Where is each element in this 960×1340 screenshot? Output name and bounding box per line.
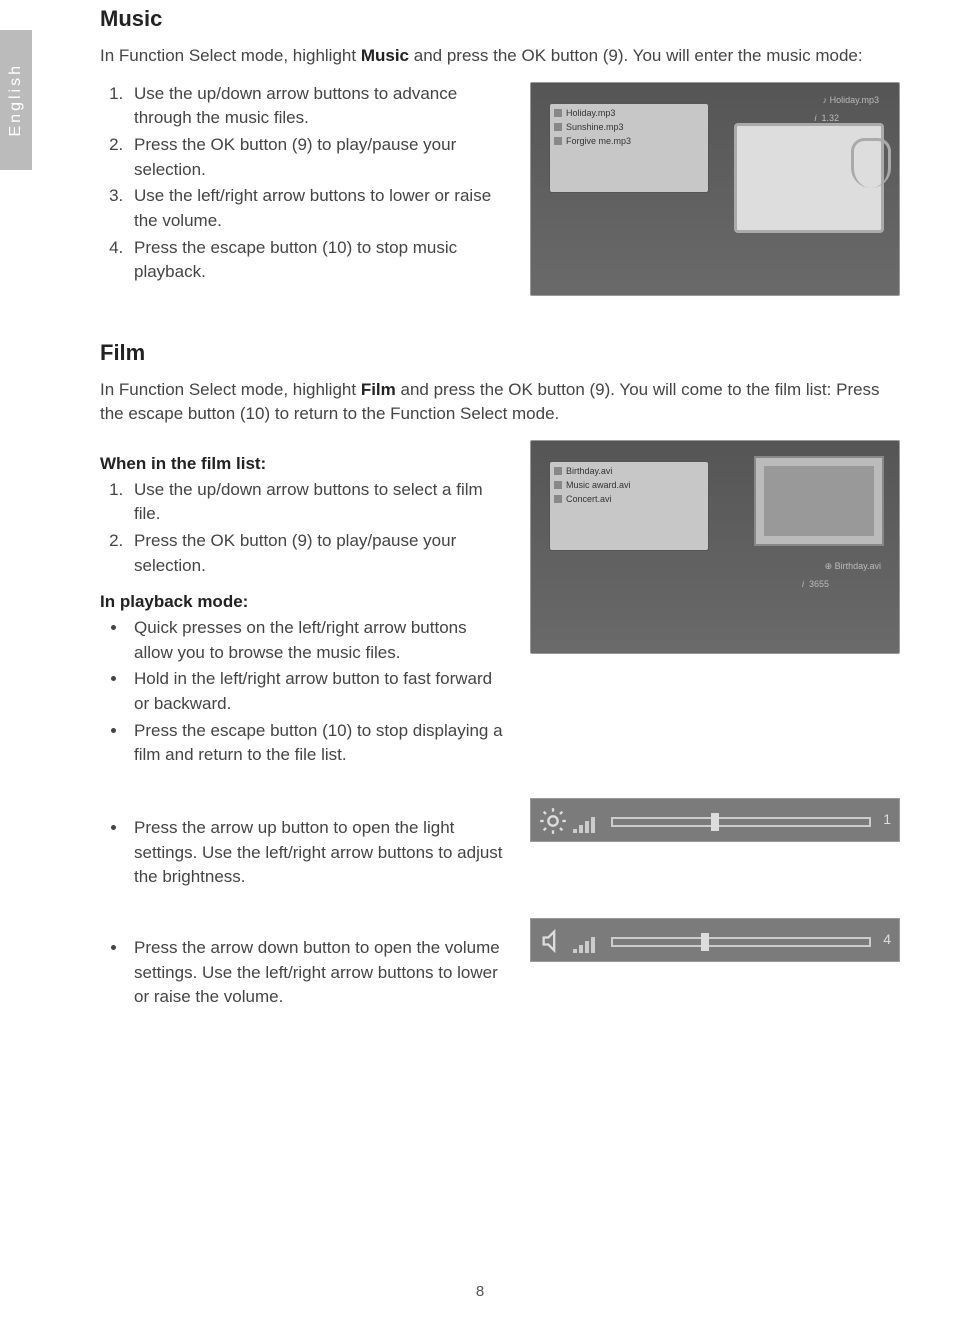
bullet: Press the arrow down button to open the … (128, 936, 510, 1010)
film-screenshot-col: Birthday.avi Music award.avi Concert.avi… (530, 440, 900, 654)
text-bold: Film (361, 380, 396, 399)
page-number: 8 (0, 1283, 960, 1300)
film-list-heading: When in the film list: (100, 454, 510, 474)
playing-file-info: i 3655 (802, 579, 829, 589)
step: Press the OK button (9) to play/pause yo… (128, 133, 510, 182)
bullet: Hold in the left/right arrow button to f… (128, 667, 510, 716)
text-bold: Music (361, 46, 409, 65)
headphones-icon (851, 138, 891, 188)
slider-thumb (711, 813, 719, 831)
file-list-panel: Holiday.mp3 Sunshine.mp3 Forgive me.mp3 (549, 103, 709, 193)
list-item: Concert.avi (550, 492, 708, 506)
level-bars (573, 937, 595, 953)
bullet: Press the escape button (10) to stop dis… (128, 719, 510, 768)
brightness-row: Press the arrow up button to open the li… (100, 798, 900, 892)
list-item: Forgive me.mp3 (550, 134, 708, 148)
text: In Function Select mode, highlight (100, 380, 361, 399)
level-bars (573, 817, 595, 833)
list-item: Holiday.mp3 (550, 106, 708, 120)
film-screenshot: Birthday.avi Music award.avi Concert.avi… (530, 440, 900, 654)
volume-text: Press the arrow down button to open the … (100, 918, 510, 1012)
music-intro: In Function Select mode, highlight Music… (100, 44, 900, 68)
list-item: Sunshine.mp3 (550, 120, 708, 134)
step: Use the up/down arrow buttons to select … (128, 478, 510, 527)
slider-track (611, 937, 871, 947)
step: Press the OK button (9) to play/pause yo… (128, 529, 510, 578)
music-section: Music In Function Select mode, highlight… (100, 6, 900, 296)
music-steps: Use the up/down arrow buttons to advance… (100, 82, 510, 285)
step: Press the escape button (10) to stop mus… (128, 236, 510, 285)
music-row: Use the up/down arrow buttons to advance… (100, 82, 900, 296)
text: 3655 (809, 579, 829, 589)
language-tab: English (0, 30, 32, 170)
slider-thumb (701, 933, 709, 951)
volume-value: 4 (883, 931, 891, 947)
bullet: Quick presses on the left/right arrow bu… (128, 616, 510, 665)
list-item: Music award.avi (550, 478, 708, 492)
now-playing-title: ♪ Holiday.mp3 (823, 95, 879, 105)
brightness-value: 1 (883, 811, 891, 827)
film-list-steps: Use the up/down arrow buttons to select … (100, 478, 510, 579)
list-item: Birthday.avi (550, 464, 708, 478)
film-section: Film In Function Select mode, highlight … (100, 340, 900, 1012)
music-heading: Music (100, 6, 900, 32)
step: Use the up/down arrow buttons to advance… (128, 82, 510, 131)
now-playing-info: i 1.32 (814, 113, 839, 123)
language-label: English (7, 63, 25, 136)
brightness-slider-col: 1 (530, 798, 900, 842)
volume-slider: 4 (530, 918, 900, 962)
playback-bullets: Quick presses on the left/right arrow bu… (100, 616, 510, 768)
film-intro: In Function Select mode, highlight Film … (100, 378, 900, 426)
bullet: Press the arrow up button to open the li… (128, 816, 510, 890)
music-screenshot: Holiday.mp3 Sunshine.mp3 Forgive me.mp3 … (530, 82, 900, 296)
text: Birthday.avi (835, 561, 881, 571)
film-heading: Film (100, 340, 900, 366)
music-steps-col: Use the up/down arrow buttons to advance… (100, 82, 510, 287)
film-left-col: When in the film list: Use the up/down a… (100, 440, 510, 770)
brightness-bullet-list: Press the arrow up button to open the li… (100, 816, 510, 890)
brightness-icon (539, 807, 567, 835)
brightness-text: Press the arrow up button to open the li… (100, 798, 510, 892)
file-list-panel: Birthday.avi Music award.avi Concert.avi (549, 461, 709, 551)
slider-track (611, 817, 871, 827)
text: Holiday.mp3 (830, 95, 879, 105)
volume-slider-col: 4 (530, 918, 900, 962)
text: In Function Select mode, highlight (100, 46, 361, 65)
speaker-icon (539, 927, 567, 955)
volume-bullet-list: Press the arrow down button to open the … (100, 936, 510, 1010)
step: Use the left/right arrow buttons to lowe… (128, 184, 510, 233)
text: and press the OK button (9). You will en… (409, 46, 863, 65)
film-row-1: When in the film list: Use the up/down a… (100, 440, 900, 770)
playing-file-title: ⊕ Birthday.avi (825, 561, 881, 572)
playback-heading: In playback mode: (100, 592, 510, 612)
volume-row: Press the arrow down button to open the … (100, 918, 900, 1012)
brightness-slider: 1 (530, 798, 900, 842)
music-screenshot-col: Holiday.mp3 Sunshine.mp3 Forgive me.mp3 … (530, 82, 900, 296)
text: 1.32 (821, 113, 839, 123)
film-preview (754, 456, 884, 546)
